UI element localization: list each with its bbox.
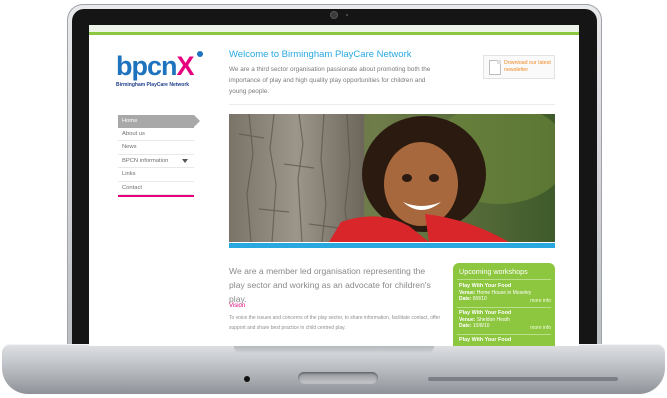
camera-led-icon: [346, 14, 348, 16]
site-top-strip: [89, 25, 579, 32]
more-info-link[interactable]: more info: [530, 298, 551, 305]
logo-subtitle: Birmingham PlayCare Network: [116, 82, 190, 88]
nav-item-links[interactable]: Links: [118, 168, 194, 182]
laptop-latch: [298, 372, 378, 384]
hero-accent-bar: [229, 243, 555, 248]
nav-item-home[interactable]: Home: [118, 115, 200, 128]
newsletter-download-button[interactable]: Download our latest newsletter: [483, 55, 555, 79]
nav-item-about-us[interactable]: About us: [118, 128, 194, 141]
power-led-icon: [244, 376, 250, 382]
workshops-divider: [457, 334, 551, 335]
welcome-title: Welcome to Birmingham PlayCare Network: [229, 49, 412, 60]
workshop-item[interactable]: Play With Your Food: [459, 337, 551, 346]
caret-down-icon: [182, 158, 188, 163]
camera-icon: [331, 12, 337, 18]
nav-item-contact[interactable]: Contact: [118, 182, 194, 195]
site-top-line: [89, 32, 579, 35]
workshop-item[interactable]: Play With Your Food Venue: Sheldon Heath…: [459, 310, 551, 331]
venue-label: Venue:: [459, 289, 476, 296]
venue-label: Venue:: [459, 316, 476, 323]
site-logo[interactable]: bpcnX Birmingham PlayCare Network: [116, 51, 226, 91]
vision-heading: Vision: [229, 303, 246, 309]
workshop-name: Play With Your Food: [459, 337, 512, 343]
workshop-date: 8/8/10: [472, 296, 487, 302]
newsletter-label: Download our latest newsletter: [504, 60, 551, 73]
mission-statement: We are a member led organisation represe…: [229, 266, 431, 304]
workshop-date: 10/8/10: [472, 323, 490, 329]
workshop-item[interactable]: Play With Your Food Venue: Home House in…: [459, 283, 551, 304]
vision-text: To voice the issues and concerns of the …: [229, 315, 441, 331]
date-label: Date:: [459, 323, 472, 329]
date-label: Date:: [459, 296, 472, 302]
workshops-divider: [457, 307, 551, 308]
header-divider: [229, 104, 555, 105]
workshop-venue: Sheldon Heath: [476, 316, 510, 323]
laptop-vent: [428, 377, 618, 381]
main-nav: Home About us News BPCN information Link…: [118, 115, 200, 197]
hero-image: [229, 114, 555, 242]
workshops-title: Upcoming workshops: [459, 267, 528, 276]
laptop-screen: bpcnX Birmingham PlayCare Network Welcom…: [89, 25, 579, 346]
nav-item-news[interactable]: News: [118, 141, 194, 155]
workshops-panel: Upcoming workshops Play With Your Food V…: [453, 263, 555, 346]
welcome-text: We are a third sector organisation passi…: [229, 66, 431, 95]
nav-item-bpcn-information[interactable]: BPCN information: [118, 155, 194, 168]
more-info-link[interactable]: more info: [530, 325, 551, 332]
document-icon: [489, 60, 501, 75]
workshops-divider: [457, 279, 551, 280]
workshop-venue: Home House in Moseley: [476, 289, 532, 296]
play-figure-icon: [197, 51, 203, 57]
nav-underline: [118, 195, 194, 197]
laptop-hinge: [234, 346, 434, 354]
